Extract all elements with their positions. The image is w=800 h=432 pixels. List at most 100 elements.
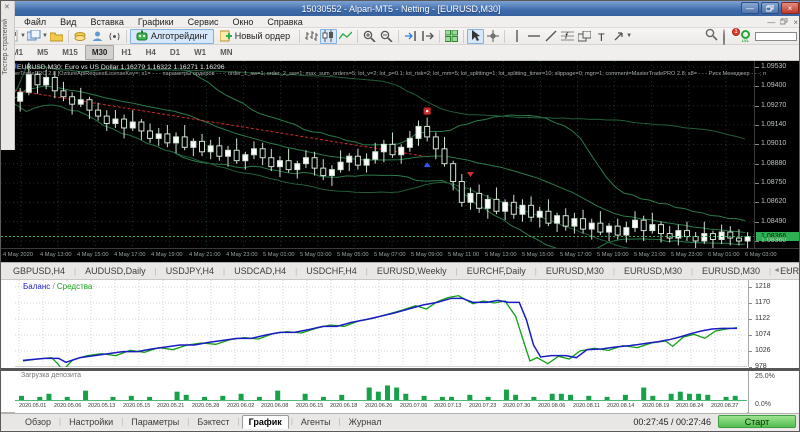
test-time-info: 00:27:45 / 00:27:46 xyxy=(633,417,711,427)
arrows-objects-icon[interactable] xyxy=(610,29,627,44)
menu-Справка[interactable]: Справка xyxy=(260,17,309,27)
vertical-line-icon[interactable] xyxy=(508,29,525,44)
date-label: 2020.08.24 xyxy=(676,403,703,408)
chart-tab[interactable]: EURCHF,Daily xyxy=(460,264,533,278)
timeframe-D1[interactable]: D1 xyxy=(163,45,187,60)
tabs-scroll-left-icon[interactable]: ◄ xyxy=(773,267,785,274)
fibonacci-icon[interactable]: f xyxy=(559,29,576,44)
chart-tab[interactable]: GBPUSD,H4 xyxy=(6,264,72,278)
lvl-indicator-icon[interactable]: LVL xyxy=(741,30,750,43)
title-bar[interactable]: 15030552 - Alpari-MT5 - Netting - [EURUS… xyxy=(1,1,800,16)
price-label: 1.09270 xyxy=(761,102,786,109)
community-icon[interactable] xyxy=(89,29,106,44)
tile-windows-icon[interactable] xyxy=(443,29,460,44)
tester-tab-Бэктест[interactable]: Бэктест xyxy=(191,416,235,428)
profiles-button[interactable] xyxy=(26,29,43,44)
zoom-out-icon[interactable] xyxy=(378,29,395,44)
restore-button[interactable] xyxy=(761,2,779,14)
time-label: 5 May 15:00 xyxy=(522,252,554,258)
timeframe-M5[interactable]: M5 xyxy=(30,45,55,60)
ea-parameters-line: MasterTradePRO 2.8 [OzitureApiRequestLic… xyxy=(3,71,766,77)
balance-axis-label: 1026 xyxy=(755,347,771,354)
close-button[interactable]: × xyxy=(781,2,799,14)
mdi-minimize-button[interactable]: — xyxy=(767,18,775,27)
search-icon[interactable] xyxy=(705,28,718,46)
timeframe-M15[interactable]: M15 xyxy=(55,45,85,60)
chart-tab[interactable]: USDCAD,H4 xyxy=(227,264,293,278)
menu-bar: ФайлВидВставкаГрафикиСервисОкноСправка —… xyxy=(1,16,800,28)
horizontal-line-icon[interactable] xyxy=(525,29,542,44)
price-label: 1.09400 xyxy=(761,82,786,89)
timeframe-H1[interactable]: H1 xyxy=(114,45,138,60)
tester-tab-Настройки[interactable]: Настройки xyxy=(63,416,119,428)
chart-tab[interactable]: EURUSD,M30 xyxy=(539,264,611,278)
tab-separator: | xyxy=(339,417,341,426)
price-label: 1.08360 xyxy=(761,237,786,244)
minimize-button[interactable]: — xyxy=(741,2,759,14)
price-label: 1.09140 xyxy=(761,121,786,128)
menu-Вставка[interactable]: Вставка xyxy=(83,17,130,27)
chart-tab[interactable]: USDJPY,H4 xyxy=(159,264,221,278)
chart-tab[interactable]: EURUSD,M30 xyxy=(617,264,689,278)
tab-separator: | xyxy=(187,417,189,426)
tester-bottom-bar: Обзор|Настройки|Параметры|Бэктест|График… xyxy=(1,413,800,429)
balance-axis-tick xyxy=(749,335,752,336)
menu-Вид[interactable]: Вид xyxy=(53,17,83,27)
tester-close-icon[interactable]: ✕ xyxy=(4,4,10,11)
balance-axis-label: 1170 xyxy=(755,299,770,306)
chart-tab[interactable]: USDCHF,H4 xyxy=(299,264,364,278)
deposit-load-label: Загрузка депозита xyxy=(21,372,81,379)
payments-icon[interactable] xyxy=(72,29,89,44)
start-button[interactable]: Старт xyxy=(718,415,796,428)
folder-icon[interactable] xyxy=(48,29,65,44)
tester-tab-График[interactable]: График xyxy=(242,415,289,429)
mdi-close-button[interactable]: × xyxy=(793,18,798,27)
timeframe-H4[interactable]: H4 xyxy=(139,45,163,60)
chart-shift-icon[interactable] xyxy=(419,29,436,44)
trendline-icon[interactable] xyxy=(542,29,559,44)
notifications-icon[interactable]: 1 xyxy=(723,30,736,43)
price-tick xyxy=(755,67,759,68)
text-label-icon[interactable]: T xyxy=(593,29,610,44)
menu-Файл[interactable]: Файл xyxy=(17,17,53,27)
timeframe-M30[interactable]: M30 xyxy=(85,45,115,60)
price-label: 1.08880 xyxy=(761,160,786,167)
tabs-scroll-right-icon[interactable]: ► xyxy=(785,267,797,274)
signals-icon[interactable] xyxy=(106,29,123,44)
tester-tab-Обзор[interactable]: Обзор xyxy=(19,416,57,428)
zoom-in-icon[interactable] xyxy=(361,29,378,44)
legend-separator: / xyxy=(50,282,57,291)
new-order-button[interactable]: Новый ордер xyxy=(214,29,296,44)
chart-tab[interactable]: EURUSD,M30 xyxy=(695,264,767,278)
timeframe-W1[interactable]: W1 xyxy=(187,45,213,60)
load-axis-label: 0.0% xyxy=(755,401,771,408)
bars-chart-icon[interactable] xyxy=(303,29,320,44)
candles-chart-icon[interactable] xyxy=(320,29,337,44)
auto-scroll-icon[interactable] xyxy=(402,29,419,44)
chart-area[interactable]: EURUSD,M30: Euro vs US Dollar 1.16279 1.… xyxy=(1,61,800,262)
objects-caret-icon[interactable]: ▼ xyxy=(626,33,632,39)
line-chart-icon[interactable] xyxy=(337,29,354,44)
timeframe-MN[interactable]: MN xyxy=(213,45,239,60)
date-label: 2020.05.28 xyxy=(192,403,219,408)
tester-tab-Параметры[interactable]: Параметры xyxy=(125,416,185,428)
tester-tab-Агенты[interactable]: Агенты xyxy=(295,416,337,428)
menu-Окно[interactable]: Окно xyxy=(226,17,261,27)
price-tick xyxy=(755,241,759,242)
price-tick xyxy=(755,144,759,145)
shapes-icon[interactable] xyxy=(576,29,593,44)
price-axis[interactable]: 1.08366 1.095301.094001.092701.091401.09… xyxy=(754,61,800,248)
chart-tab[interactable]: AUDUSD,Daily xyxy=(78,264,153,278)
chart-tab[interactable]: EURUSD,Weekly xyxy=(370,264,454,278)
crosshair-icon[interactable] xyxy=(484,29,501,44)
algo-trading-button[interactable]: Алготрейдинг xyxy=(130,29,214,44)
menu-Сервис[interactable]: Сервис xyxy=(181,17,226,27)
mdi-restore-button[interactable] xyxy=(780,18,788,27)
tab-separator: | xyxy=(769,267,771,276)
candlestick-canvas[interactable] xyxy=(1,61,754,248)
time-axis[interactable]: 4 May 20204 May 13:004 May 15:004 May 17… xyxy=(1,248,800,262)
tester-tab-Журнал[interactable]: Журнал xyxy=(343,416,388,428)
tab-separator: | xyxy=(223,267,225,276)
menu-Графики[interactable]: Графики xyxy=(131,17,181,27)
cursor-icon[interactable] xyxy=(467,29,484,44)
